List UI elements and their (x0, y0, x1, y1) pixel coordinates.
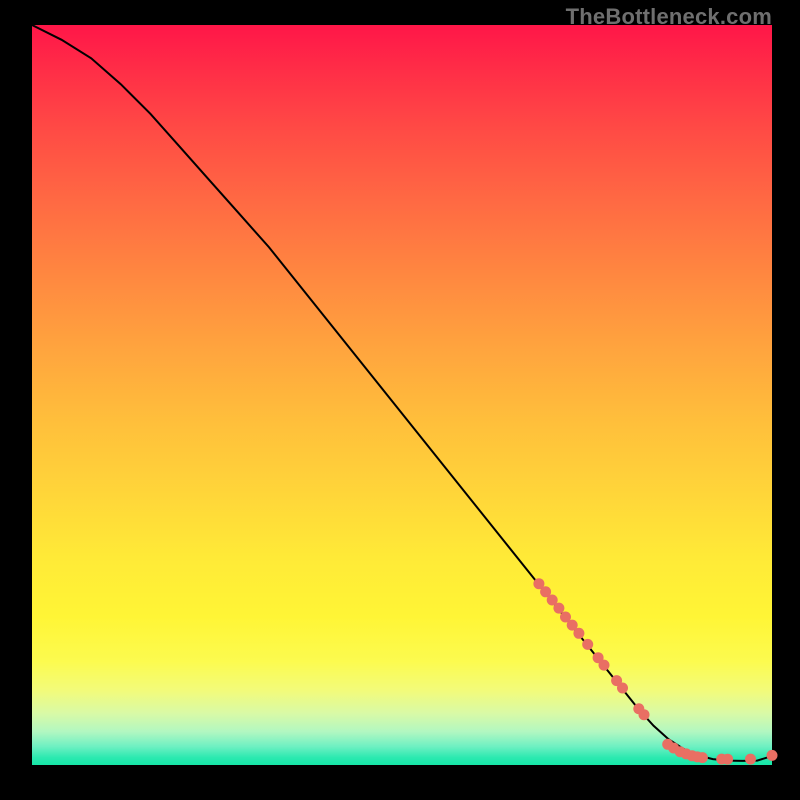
curve-marker (573, 628, 584, 639)
curve-marker (599, 660, 610, 671)
curve-marker (582, 639, 593, 650)
curve-layer (32, 25, 772, 765)
curve-marker (617, 683, 628, 694)
curve-marker (722, 754, 733, 765)
curve-marker (767, 750, 778, 761)
curve-marker (697, 752, 708, 763)
curve-marker (639, 709, 650, 720)
watermark-text: TheBottleneck.com (566, 4, 772, 30)
plot-area (32, 25, 772, 765)
marker-group (533, 578, 777, 765)
bottleneck-curve-path (32, 25, 772, 761)
curve-marker (745, 754, 756, 765)
curve-marker (553, 603, 564, 614)
chart-frame: TheBottleneck.com (0, 0, 800, 800)
